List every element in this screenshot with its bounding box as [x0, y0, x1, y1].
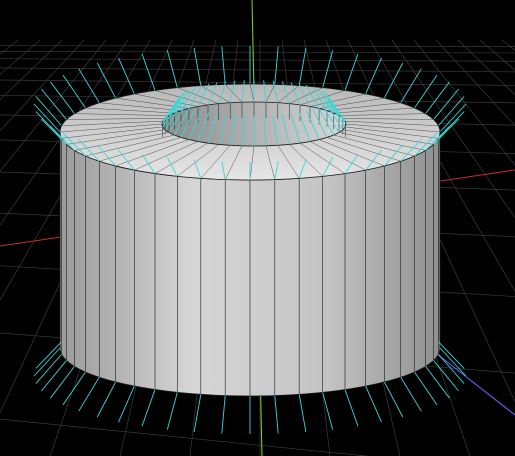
normal-line	[365, 385, 382, 423]
normal-line	[383, 62, 404, 99]
normal-line	[433, 88, 459, 120]
normal-line	[344, 53, 359, 91]
grid-line	[0, 39, 41, 76]
normal-line	[322, 50, 334, 88]
normal-line	[35, 353, 62, 384]
normal-line	[33, 103, 61, 133]
grid-line	[0, 58, 515, 62]
normal-line	[298, 394, 307, 433]
normal-line	[439, 347, 467, 377]
normal-line	[33, 347, 61, 377]
normal-line	[41, 360, 67, 392]
normal-line	[193, 47, 202, 86]
normal-line	[298, 47, 307, 86]
normal-line	[438, 96, 465, 127]
grid-line	[0, 418, 370, 456]
normal-line	[35, 96, 62, 127]
normal-line	[221, 395, 226, 434]
normal-line	[438, 111, 465, 139]
normal-line	[96, 381, 117, 418]
normal-line	[118, 57, 135, 95]
normal-line	[166, 392, 178, 430]
normal-line	[322, 392, 334, 430]
normal-line	[400, 68, 422, 104]
normal-line	[141, 389, 156, 427]
normal-line	[274, 395, 279, 434]
normal-line	[344, 389, 359, 427]
scene-canvas[interactable]	[0, 0, 515, 456]
grid-line	[0, 51, 515, 54]
3d-viewport[interactable]	[0, 0, 515, 456]
normal-line	[35, 341, 62, 369]
normal-line	[365, 57, 382, 95]
grid-line	[0, 45, 515, 47]
cylinder-mesh[interactable]	[59, 83, 441, 397]
normal-line	[400, 376, 422, 412]
normal-line	[78, 376, 100, 412]
